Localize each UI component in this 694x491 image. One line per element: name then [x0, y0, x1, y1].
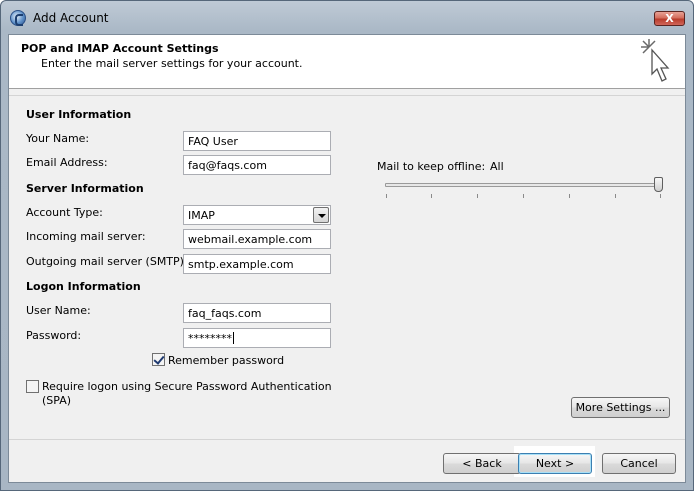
remember-password-checkbox[interactable] — [152, 353, 165, 366]
email-address-label: Email Address: — [26, 156, 108, 169]
add-account-window: Add Account X POP and IMAP Account Setti… — [0, 0, 694, 491]
user-info-heading: User Information — [26, 108, 132, 121]
more-settings-button[interactable]: More Settings ... — [571, 397, 670, 418]
mail-offline-slider-track[interactable] — [385, 183, 662, 187]
incoming-server-input[interactable]: webmail.example.com — [183, 229, 331, 249]
slider-tick — [477, 194, 478, 198]
mail-offline-label: Mail to keep offline: — [377, 160, 486, 173]
password-input[interactable]: ******** — [183, 328, 331, 348]
slider-tick — [386, 194, 387, 198]
title-bar[interactable]: Add Account X — [1, 1, 693, 34]
account-type-value: IMAP — [188, 209, 215, 222]
chevron-down-icon[interactable] — [313, 207, 329, 223]
dialog-header: POP and IMAP Account Settings Enter the … — [9, 35, 685, 89]
outgoing-server-input[interactable]: smtp.example.com — [183, 254, 331, 274]
outlook-icon — [10, 10, 26, 26]
outgoing-server-label: Outgoing mail server (SMTP): — [26, 255, 188, 268]
page-subtitle: Enter the mail server settings for your … — [41, 57, 303, 70]
require-spa-label-suffix[interactable]: (SPA) — [42, 394, 71, 407]
slider-tick — [431, 194, 432, 198]
slider-tick — [569, 194, 570, 198]
footer-divider — [9, 439, 685, 440]
your-name-input[interactable]: FAQ User — [183, 131, 331, 151]
remember-password-label[interactable]: Remember password — [168, 354, 284, 367]
page-title: POP and IMAP Account Settings — [21, 42, 219, 55]
cursor-sparkle-icon — [641, 39, 670, 82]
section-divider — [9, 95, 685, 96]
account-type-select[interactable]: IMAP — [183, 205, 331, 225]
password-mask: ******** — [188, 332, 232, 345]
window-title: Add Account — [33, 11, 109, 25]
dialog-content: POP and IMAP Account Settings Enter the … — [8, 34, 686, 483]
slider-tick — [523, 194, 524, 198]
require-spa-label[interactable]: Require logon using Secure Password Auth… — [42, 380, 332, 393]
password-label: Password: — [26, 329, 82, 342]
server-info-heading: Server Information — [26, 182, 144, 195]
close-button[interactable]: X — [654, 11, 685, 26]
require-spa-checkbox[interactable] — [26, 380, 39, 393]
user-name-input[interactable]: faq_faqs.com — [183, 303, 331, 323]
cancel-button[interactable]: Cancel — [602, 453, 676, 474]
logon-info-heading: Logon Information — [26, 280, 141, 293]
slider-tick — [660, 194, 661, 198]
your-name-label: Your Name: — [26, 132, 90, 145]
next-button[interactable]: Next > — [518, 453, 592, 474]
account-type-label: Account Type: — [26, 206, 103, 219]
mail-offline-slider-thumb[interactable] — [654, 177, 663, 192]
email-address-input[interactable]: faq@faqs.com — [183, 155, 331, 175]
user-name-label: User Name: — [26, 304, 91, 317]
incoming-server-label: Incoming mail server: — [26, 230, 146, 243]
slider-tick — [615, 194, 616, 198]
mail-offline-value: All — [490, 160, 504, 173]
back-button[interactable]: < Back — [443, 453, 521, 474]
text-caret — [233, 332, 234, 344]
